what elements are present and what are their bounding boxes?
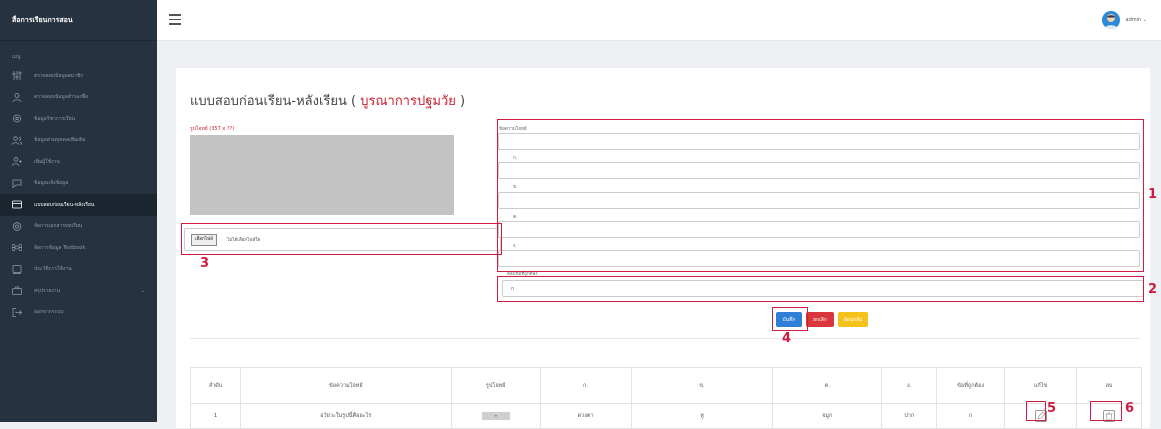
command-icon xyxy=(12,243,22,252)
annotation-box-1 xyxy=(497,119,1144,272)
user-name[interactable]: admin ⌄ xyxy=(1126,17,1147,23)
sidebar-item-label: สรุปรายงาน xyxy=(34,287,61,294)
app-brand[interactable]: สื่อการเรียนการสอน xyxy=(0,0,157,41)
questions-table: ลำดับ ข้อความโจทย์ รูปโจทย์ ก. ข. ค. ง. … xyxy=(190,367,1142,429)
image-preview xyxy=(190,135,454,215)
row-answer: ก xyxy=(936,403,1006,429)
sidebar-item-label: แบบสอบก่อนเรียน-หลังเรียน xyxy=(34,201,95,208)
users-icon xyxy=(12,136,22,145)
sidebar-item-reports[interactable]: สรุปรายงาน ⌄ xyxy=(0,280,157,302)
back-button[interactable]: ย้อนกลับ xyxy=(838,312,868,327)
row-choice-b: หู xyxy=(630,403,774,429)
sliders-icon xyxy=(12,71,22,81)
row-number: 1 xyxy=(190,403,241,429)
chat-icon xyxy=(12,179,22,188)
square-icon xyxy=(12,264,22,274)
annotation-box-5 xyxy=(1026,401,1046,421)
logout-icon xyxy=(12,307,22,317)
menu-caption: เมนู xyxy=(12,54,21,60)
column-header: แก้ไข xyxy=(1004,367,1078,404)
sidebar-item-label: จัดการข้อมูล Textbook xyxy=(34,244,86,251)
divider xyxy=(190,338,1140,339)
sidebar-item-label: ตรวจสอบข้อมูลสำรองชื่อ xyxy=(34,94,89,101)
sidebar-item-label: ข้อมูลวิชาการเรียน xyxy=(34,115,76,122)
cancel-button[interactable]: ยกเลิก xyxy=(806,312,834,327)
sidebar-item-personal[interactable]: ข้อมูลส่วนบุคคลเพิ่มเติม xyxy=(0,130,157,152)
annotation-number-4: 4 xyxy=(782,331,792,346)
column-header: ก. xyxy=(539,367,632,404)
hamburger-menu-icon[interactable] xyxy=(169,14,181,25)
sidebar-item-textbook[interactable]: จัดการข้อมูล Textbook xyxy=(0,237,157,259)
avatar[interactable] xyxy=(1101,11,1120,29)
row-image: ≡ xyxy=(450,403,541,429)
annotation-number-3: 3 xyxy=(200,256,210,271)
column-header: ค. xyxy=(772,367,883,404)
row-choice-c: จมูก xyxy=(772,403,883,429)
annotation-box-2 xyxy=(497,276,1144,302)
sidebar-item-member-check[interactable]: ตรวจสอบข้อมูลสมาชิก xyxy=(0,65,157,87)
briefcase-icon xyxy=(12,286,22,296)
sidebar-item-subjects[interactable]: ข้อมูลวิชาการเรียน xyxy=(0,108,157,130)
user-menu[interactable]: admin ⌄ xyxy=(1101,11,1147,29)
sidebar-item-notice[interactable]: ข้อมูลเเจ้งข้อมูล xyxy=(0,173,157,195)
annotation-number-5: 5 xyxy=(1047,401,1057,416)
page-title-prefix: แบบสอบก่อนเรียน-หลังเรียน ( xyxy=(190,94,361,109)
annotation-box-4 xyxy=(772,307,808,331)
sidebar-item-lessons[interactable]: จัดการเอกสารบทเรียน xyxy=(0,216,157,238)
sidebar-item-label: ข้อมูลเเจ้งข้อมูล xyxy=(34,180,69,187)
image-thumbnail[interactable]: ≡ xyxy=(481,412,510,420)
column-header: ลบ xyxy=(1076,367,1142,404)
topbar: admin ⌄ xyxy=(157,0,1161,41)
row-question: อวัยวะในรูปนี้คืออะไร xyxy=(239,403,452,429)
annotation-number-6: 6 xyxy=(1125,401,1135,416)
page-title-course: บูรณาการปฐมวัย xyxy=(360,94,456,109)
sidebar-item-logout[interactable]: ออกจากระบบ xyxy=(0,302,157,324)
card-icon xyxy=(12,200,22,209)
column-header: ข. xyxy=(630,367,774,404)
column-header: ข้อความโจทย์ xyxy=(239,367,452,404)
sidebar-item-label: ข้อมูลส่วนบุคคลเพิ่มเติม xyxy=(34,137,86,144)
table-header-row: ลำดับ ข้อความโจทย์ รูปโจทย์ ก. ข. ค. ง. … xyxy=(190,367,1142,404)
annotation-box-3 xyxy=(181,223,502,255)
sidebar: สื่อการเรียนการสอน เมนู ตรวจสอบข้อมูลสมา… xyxy=(0,0,157,422)
column-header: ข้อที่ถูกต้อง xyxy=(936,367,1006,404)
annotation-number-2: 2 xyxy=(1148,282,1158,297)
sidebar-item-label: จัดการเอกสารบทเรียน xyxy=(34,223,83,230)
user-plus-icon xyxy=(12,157,22,167)
sidebar-item-label: ประวัติการใช้งาน xyxy=(34,266,72,273)
page-title: แบบสอบก่อนเรียน-หลังเรียน ( บูรณาการปฐมว… xyxy=(190,90,465,111)
user-icon xyxy=(12,92,22,102)
sidebar-item-label: ตรวจสอบข้อมูลสมาชิก xyxy=(34,72,84,79)
chevron-down-icon: ⌄ xyxy=(140,288,145,294)
settings-icon xyxy=(12,222,22,231)
gear-icon xyxy=(12,114,22,123)
sidebar-item-label: เพิ่มผู้ใช้งาน xyxy=(34,158,60,165)
sidebar-item-reserve-check[interactable]: ตรวจสอบข้อมูลสำรองชื่อ xyxy=(0,87,157,109)
sidebar-item-label: ออกจากระบบ xyxy=(34,309,64,316)
sidebar-item-pretest[interactable]: แบบสอบก่อนเรียน-หลังเรียน xyxy=(0,194,157,216)
sidebar-item-history[interactable]: ประวัติการใช้งาน xyxy=(0,259,157,281)
page-title-suffix: ) xyxy=(455,94,466,109)
column-header: รูปโจทย์ xyxy=(450,367,541,404)
annotation-number-1: 1 xyxy=(1148,187,1158,202)
row-choice-a: ดวงตา xyxy=(539,403,632,429)
row-choice-d: ปาก xyxy=(881,403,938,429)
sidebar-item-add-user[interactable]: เพิ่มผู้ใช้งาน xyxy=(0,151,157,173)
column-header: ลำดับ xyxy=(190,367,241,404)
annotation-box-6 xyxy=(1090,401,1122,421)
image-label: รูปโจทย์ (357 x ??) xyxy=(190,126,235,132)
column-header: ง. xyxy=(881,367,938,404)
table-row: 1 อวัยวะในรูปนี้คืออะไร ≡ ดวงตา หู จมูก … xyxy=(190,403,1142,429)
